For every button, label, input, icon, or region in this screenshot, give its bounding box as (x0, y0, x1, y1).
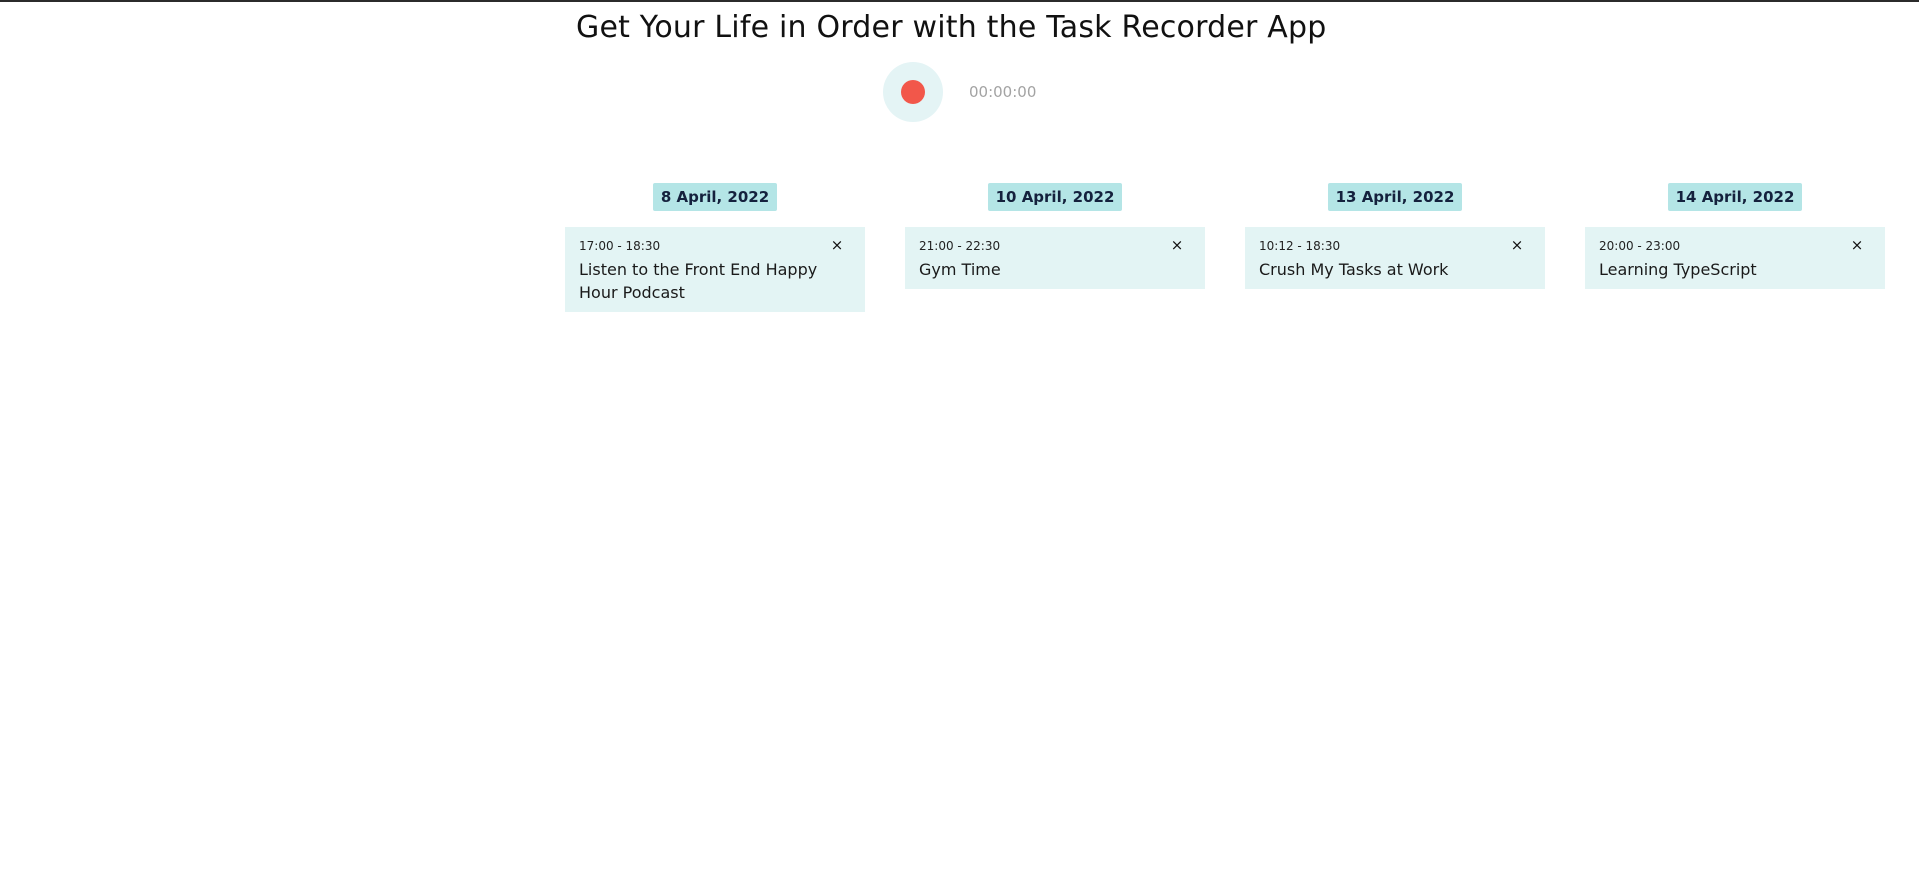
record-button[interactable] (883, 62, 943, 122)
close-icon[interactable]: × (829, 236, 845, 254)
task-time: 21:00 - 22:30 (919, 239, 1001, 253)
day-date-badge: 14 April, 2022 (1667, 183, 1803, 211)
task-description: Gym Time (919, 260, 1001, 279)
task-card: 20:00 - 23:00 Learning TypeScript × (1585, 227, 1885, 289)
page-title: Get Your Life in Order with the Task Rec… (576, 10, 1327, 45)
task-time: 17:00 - 18:30 (579, 239, 661, 253)
day-columns: 8 April, 2022 17:00 - 18:30 Listen to th… (565, 183, 1885, 312)
task-description: Listen to the Front End Happy Hour Podca… (579, 260, 818, 302)
close-icon[interactable]: × (1849, 236, 1865, 254)
day-column: 13 April, 2022 10:12 - 18:30 Crush My Ta… (1245, 183, 1545, 312)
close-icon[interactable]: × (1169, 236, 1185, 254)
task-description: Learning TypeScript (1599, 260, 1757, 279)
day-date-badge: 8 April, 2022 (652, 183, 778, 211)
close-icon[interactable]: × (1509, 236, 1525, 254)
day-column: 10 April, 2022 21:00 - 22:30 Gym Time × (905, 183, 1205, 312)
task-card: 17:00 - 18:30 Listen to the Front End Ha… (565, 227, 865, 312)
task-time: 20:00 - 23:00 (1599, 239, 1681, 253)
day-date-badge: 13 April, 2022 (1327, 183, 1463, 211)
window-top-border (0, 0, 1919, 2)
task-card: 10:12 - 18:30 Crush My Tasks at Work × (1245, 227, 1545, 289)
day-column: 8 April, 2022 17:00 - 18:30 Listen to th… (565, 183, 865, 312)
task-card: 21:00 - 22:30 Gym Time × (905, 227, 1205, 289)
day-date-badge: 10 April, 2022 (987, 183, 1123, 211)
day-column: 14 April, 2022 20:00 - 23:00 Learning Ty… (1585, 183, 1885, 312)
task-description: Crush My Tasks at Work (1259, 260, 1449, 279)
recorder: 00:00:00 (883, 61, 1036, 123)
task-time: 10:12 - 18:30 (1259, 239, 1341, 253)
record-dot-icon (901, 80, 925, 104)
timer: 00:00:00 (969, 83, 1037, 101)
